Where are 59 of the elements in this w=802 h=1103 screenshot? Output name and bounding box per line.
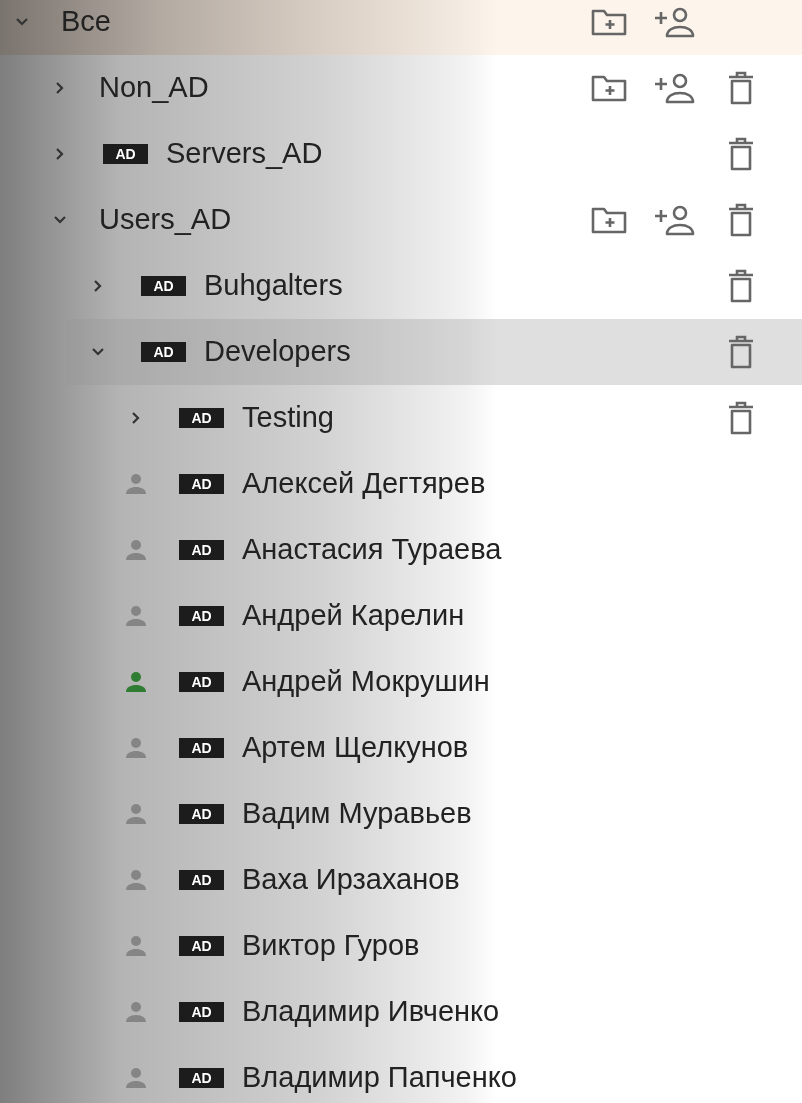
ad-tag: AD [179, 1068, 224, 1088]
tree-item[interactable]: AD Владимир Папченко [105, 1045, 802, 1103]
add-user-icon[interactable] [654, 72, 696, 104]
ad-tag: AD [179, 936, 224, 956]
item-label: Андрей Мокрушин [242, 664, 490, 700]
trash-icon[interactable] [728, 71, 754, 105]
item-label: Developers [204, 334, 351, 370]
trash-icon[interactable] [728, 203, 754, 237]
tree-item[interactable]: Все [0, 0, 802, 55]
folder-plus-icon[interactable] [590, 205, 628, 235]
trash-icon[interactable] [728, 137, 754, 171]
tree-item[interactable]: AD Анастасия Тураева [105, 517, 802, 583]
ad-tag: AD [141, 276, 186, 296]
item-label: Алексей Дегтярев [242, 466, 486, 502]
tree-item[interactable]: Non_AD [29, 55, 802, 121]
item-label: Андрей Карелин [242, 598, 465, 634]
item-label: Users_AD [99, 202, 232, 238]
tree-item[interactable]: AD Вадим Муравьев [105, 781, 802, 847]
ad-tag: AD [103, 144, 148, 164]
item-label: Non_AD [99, 70, 209, 106]
tree-item[interactable]: AD Servers_AD [29, 121, 802, 187]
tree-item[interactable]: AD Testing [105, 385, 802, 451]
tree-item[interactable]: AD Владимир Ивченко [105, 979, 802, 1045]
tree-item[interactable]: AD Buhgalters [67, 253, 802, 319]
item-label: Testing [242, 400, 334, 436]
trash-icon[interactable] [728, 335, 754, 369]
ad-tag: AD [179, 738, 224, 758]
add-user-icon[interactable] [654, 6, 696, 38]
tree-item[interactable]: AD Андрей Карелин [105, 583, 802, 649]
tree-item[interactable]: AD Ваха Ирзаханов [105, 847, 802, 913]
ad-tag: AD [179, 870, 224, 890]
item-label: Все [61, 4, 111, 40]
ad-tag: AD [179, 408, 224, 428]
ad-tag: AD [179, 474, 224, 494]
item-label: Владимир Папченко [242, 1060, 517, 1096]
item-label: Виктор Гуров [242, 928, 420, 964]
ad-tag: AD [179, 606, 224, 626]
folder-plus-icon[interactable] [590, 73, 628, 103]
ad-tag: AD [179, 672, 224, 692]
tree-item[interactable]: Users_AD [29, 187, 802, 253]
tree-item[interactable]: AD Алексей Дегтярев [105, 451, 802, 517]
item-label: Анастасия Тураева [242, 532, 502, 568]
item-label: Servers_AD [166, 136, 323, 172]
item-label: Артем Щелкунов [242, 730, 469, 766]
add-user-icon[interactable] [654, 204, 696, 236]
tree-item[interactable]: AD Андрей Мокрушин [105, 649, 802, 715]
ad-tag: AD [179, 804, 224, 824]
item-label: Buhgalters [204, 268, 343, 304]
ad-tag: AD [179, 540, 224, 560]
folder-plus-icon[interactable] [590, 7, 628, 37]
tree-item[interactable]: AD Артем Щелкунов [105, 715, 802, 781]
ad-tag: AD [141, 342, 186, 362]
trash-icon[interactable] [728, 269, 754, 303]
ad-tag: AD [179, 1002, 224, 1022]
tree-item[interactable]: AD Виктор Гуров [105, 913, 802, 979]
trash-icon[interactable] [728, 401, 754, 435]
item-label: Вадим Муравьев [242, 796, 472, 832]
item-label: Ваха Ирзаханов [242, 862, 460, 898]
item-label: Владимир Ивченко [242, 994, 500, 1030]
